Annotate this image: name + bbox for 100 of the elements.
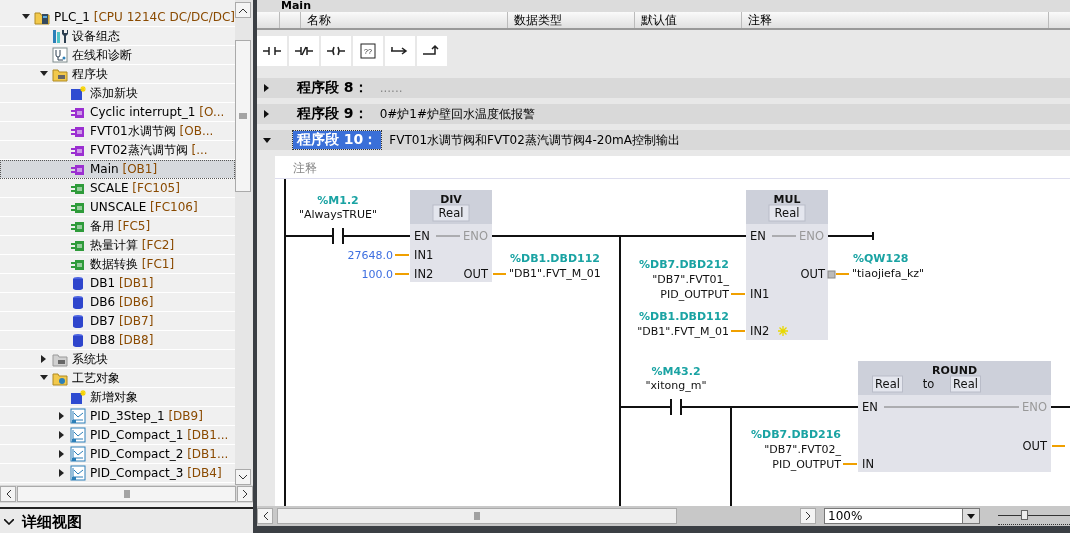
- device-config-icon: [52, 28, 68, 44]
- add-block-icon: [70, 85, 86, 101]
- tree-item[interactable]: 数据转换 [FC1]: [0, 255, 235, 274]
- tree-item[interactable]: 工艺对象: [0, 369, 235, 388]
- pid-chart-icon: [70, 446, 86, 462]
- tree-item[interactable]: PID_Compact_3 [DB4]: [0, 464, 235, 483]
- grip-icon: [239, 113, 247, 119]
- collapse-arrow-icon[interactable]: [40, 374, 48, 382]
- tree-item[interactable]: PID_Compact_1 [DB1...: [0, 426, 235, 445]
- expand-arrow-icon[interactable]: [40, 355, 48, 363]
- expand-arrow-icon[interactable]: [263, 109, 271, 119]
- scroll-down-button[interactable]: [235, 469, 251, 485]
- contact-symbol[interactable]: [329, 227, 347, 245]
- network-title[interactable]: 程序段 10：: [293, 131, 382, 149]
- pin-label: EN: [862, 400, 878, 414]
- tree-item[interactable]: DB1 [DB1]: [0, 274, 235, 293]
- scroll-up-button[interactable]: [235, 2, 251, 18]
- column-header[interactable]: 数据类型: [508, 12, 635, 28]
- comment-field[interactable]: 注释: [275, 158, 1070, 179]
- expand-arrow-icon[interactable]: [263, 83, 271, 93]
- network-title[interactable]: 程序段 8：: [293, 79, 372, 97]
- tree-item[interactable]: 系统块: [0, 350, 235, 369]
- tree-item[interactable]: FVT01水调节阀 [OB...: [0, 122, 235, 141]
- database-icon: [70, 332, 86, 348]
- scroll-left-button[interactable]: [257, 508, 273, 524]
- pin-wire: [1051, 445, 1066, 447]
- add-input-icon[interactable]: [777, 325, 789, 337]
- chevron-left-icon: [262, 512, 268, 520]
- tree-item[interactable]: DB7 [DB7]: [0, 312, 235, 331]
- instruction-name: DIV: [440, 193, 462, 206]
- data-type-field[interactable]: Real: [768, 204, 806, 222]
- network-header[interactable]: 程序段 10： FVT01水调节阀和FVT02蒸汽调节阀4-20mA控制输出: [257, 130, 1070, 150]
- operand-address: %DB7.DBD216: [751, 428, 841, 441]
- close-branch-tool-button[interactable]: [417, 36, 447, 66]
- collapse-arrow-icon[interactable]: [40, 70, 48, 78]
- column-header[interactable]: 默认值: [635, 12, 742, 28]
- tree-item[interactable]: 在线和诊断: [0, 46, 235, 65]
- scroll-left-button[interactable]: [0, 486, 16, 502]
- zoom-dropdown[interactable]: 100%: [824, 508, 980, 524]
- network-header[interactable]: 程序段 9： 0#炉1#炉壁回水温度低报警: [257, 104, 1070, 124]
- tree-item[interactable]: 设备组态: [0, 27, 235, 46]
- scrollbar-thumb[interactable]: [277, 508, 677, 524]
- tree-item[interactable]: SCALE [FC105]: [0, 179, 235, 198]
- operand-symbol: PID_OUTPUT: [772, 458, 841, 471]
- dropdown-arrow-icon: [967, 513, 975, 519]
- pin-label: EN: [750, 229, 766, 243]
- tree-item[interactable]: 程序块: [0, 65, 235, 84]
- instruction-block[interactable]: [858, 361, 1051, 472]
- tree-item[interactable]: 热量计算 [FC2]: [0, 236, 235, 255]
- operand-address: %DB7.DBD212: [639, 258, 729, 271]
- slider-thumb[interactable]: [1021, 509, 1029, 520]
- pin-wire: [835, 273, 850, 275]
- tree-item[interactable]: PID_Compact_2 [DB1...: [0, 445, 235, 464]
- scrollbar-thumb[interactable]: [235, 40, 251, 192]
- tree-item[interactable]: Cyclic interrupt_1 [O...: [0, 103, 235, 122]
- pin-label: ENO: [463, 229, 488, 243]
- block-title: Main: [257, 0, 1070, 12]
- tree-item[interactable]: UNSCALE [FC106]: [0, 198, 235, 217]
- nc-contact-tool-button[interactable]: [289, 36, 319, 66]
- network-header[interactable]: 程序段 8： ......: [257, 78, 1070, 98]
- diagnostics-icon: [52, 47, 68, 63]
- coil-tool-button[interactable]: [321, 36, 351, 66]
- expand-arrow-icon[interactable]: [58, 412, 66, 420]
- zoom-slider[interactable]: [998, 507, 1070, 525]
- tree-item[interactable]: DB8 [DB8]: [0, 331, 235, 350]
- data-type-field[interactable]: Real: [950, 375, 981, 393]
- tree-item[interactable]: PLC_1 [CPU 1214C DC/DC/DC]: [0, 8, 235, 27]
- tree-item[interactable]: 备用 [FC5]: [0, 217, 235, 236]
- open-branch-tool-button[interactable]: [385, 36, 415, 66]
- pass-through-line: [771, 235, 797, 237]
- tree-item[interactable]: 新增对象: [0, 388, 235, 407]
- contact-symbol[interactable]: [667, 398, 685, 416]
- collapse-arrow-icon[interactable]: [22, 13, 30, 21]
- database-icon: [70, 294, 86, 310]
- scrollbar-thumb[interactable]: [17, 486, 236, 502]
- operand-address: %QW128: [853, 252, 909, 265]
- tree-item[interactable]: DB6 [DB6]: [0, 293, 235, 312]
- scroll-right-button[interactable]: [237, 486, 253, 502]
- column-header[interactable]: 注释: [742, 12, 1049, 28]
- column-header[interactable]: 名称: [301, 12, 508, 28]
- folder-icon: [52, 351, 68, 367]
- scroll-right-button[interactable]: [800, 508, 816, 524]
- instruction-block[interactable]: [746, 190, 828, 340]
- data-type-field[interactable]: Real: [872, 375, 903, 393]
- tree-item[interactable]: Main [OB1]: [0, 160, 235, 179]
- instruction-block[interactable]: [410, 190, 492, 282]
- type-joiner: to: [922, 377, 935, 391]
- tree-item[interactable]: 添加新块: [0, 84, 235, 103]
- detail-view-header[interactable]: 详细视图: [0, 507, 253, 533]
- expand-arrow-icon[interactable]: [58, 469, 66, 477]
- expand-arrow-icon[interactable]: [58, 450, 66, 458]
- data-type-field[interactable]: Real: [432, 204, 470, 222]
- rung-wire: [345, 235, 411, 237]
- network-title[interactable]: 程序段 9：: [293, 105, 372, 123]
- no-contact-tool-button[interactable]: [257, 36, 287, 66]
- expand-arrow-icon[interactable]: [58, 431, 66, 439]
- collapse-arrow-icon[interactable]: [263, 135, 271, 145]
- tree-item[interactable]: PID_3Step_1 [DB9]: [0, 407, 235, 426]
- pin-label: ENO: [1022, 400, 1047, 414]
- database-icon: [70, 275, 86, 291]
